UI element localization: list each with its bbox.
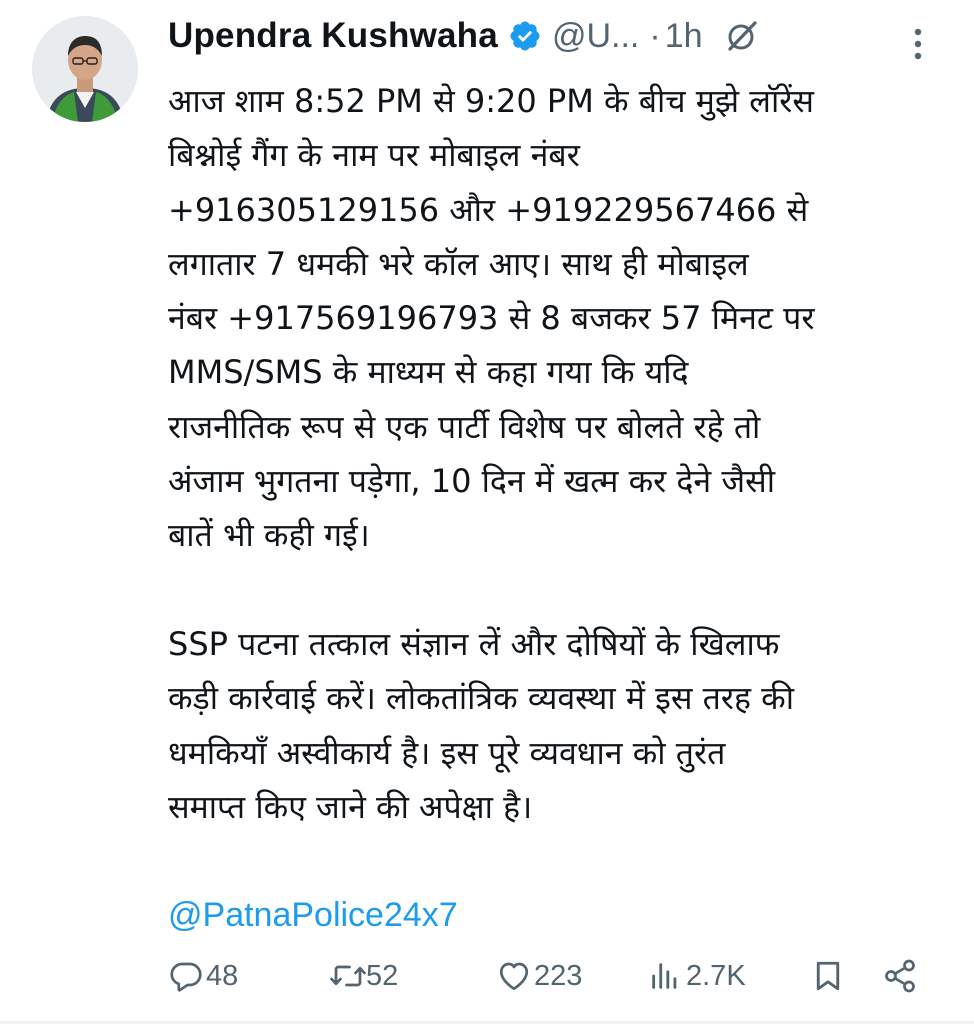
bookmark-icon xyxy=(810,958,846,994)
tweet[interactable]: Upendra Kushwaha @U... · 1h आज शाम 8:52 … xyxy=(0,0,974,1024)
post-text: आज शाम 8:52 PM से 9:20 PM के बीच मुझे लॉ… xyxy=(168,82,815,826)
like-button[interactable]: 223 xyxy=(496,948,582,1004)
separator-dot: · xyxy=(649,16,661,55)
heart-icon xyxy=(496,958,532,994)
mention-link[interactable]: @PatnaPolice24x7 xyxy=(168,888,948,942)
reply-count: 48 xyxy=(206,959,239,992)
share-button[interactable] xyxy=(882,948,918,1004)
tweet-header: Upendra Kushwaha @U... · 1h xyxy=(168,10,948,62)
post-time[interactable]: 1h xyxy=(665,17,703,56)
action-bar: 48 52 223 2.7K xyxy=(168,948,928,1004)
views-count: 2.7K xyxy=(686,959,746,992)
repost-icon xyxy=(328,958,366,994)
tweet-content: Upendra Kushwaha @U... · 1h आज शाम 8:52 … xyxy=(168,10,948,942)
share-icon xyxy=(882,958,918,994)
bookmark-button[interactable] xyxy=(810,948,846,1004)
more-vertical-icon[interactable] xyxy=(910,26,926,62)
grok-icon[interactable] xyxy=(725,19,759,53)
repost-button[interactable]: 52 xyxy=(328,948,398,1004)
author-name[interactable]: Upendra Kushwaha xyxy=(168,16,498,56)
views-button[interactable]: 2.7K xyxy=(648,948,746,1004)
like-count: 223 xyxy=(534,959,583,992)
reply-icon xyxy=(168,958,204,994)
repost-count: 52 xyxy=(366,959,399,992)
reply-button[interactable]: 48 xyxy=(168,948,238,1004)
author-handle[interactable]: @U... xyxy=(552,17,639,56)
views-icon xyxy=(648,958,684,994)
verified-badge-icon xyxy=(508,19,542,53)
avatar[interactable] xyxy=(32,16,138,122)
